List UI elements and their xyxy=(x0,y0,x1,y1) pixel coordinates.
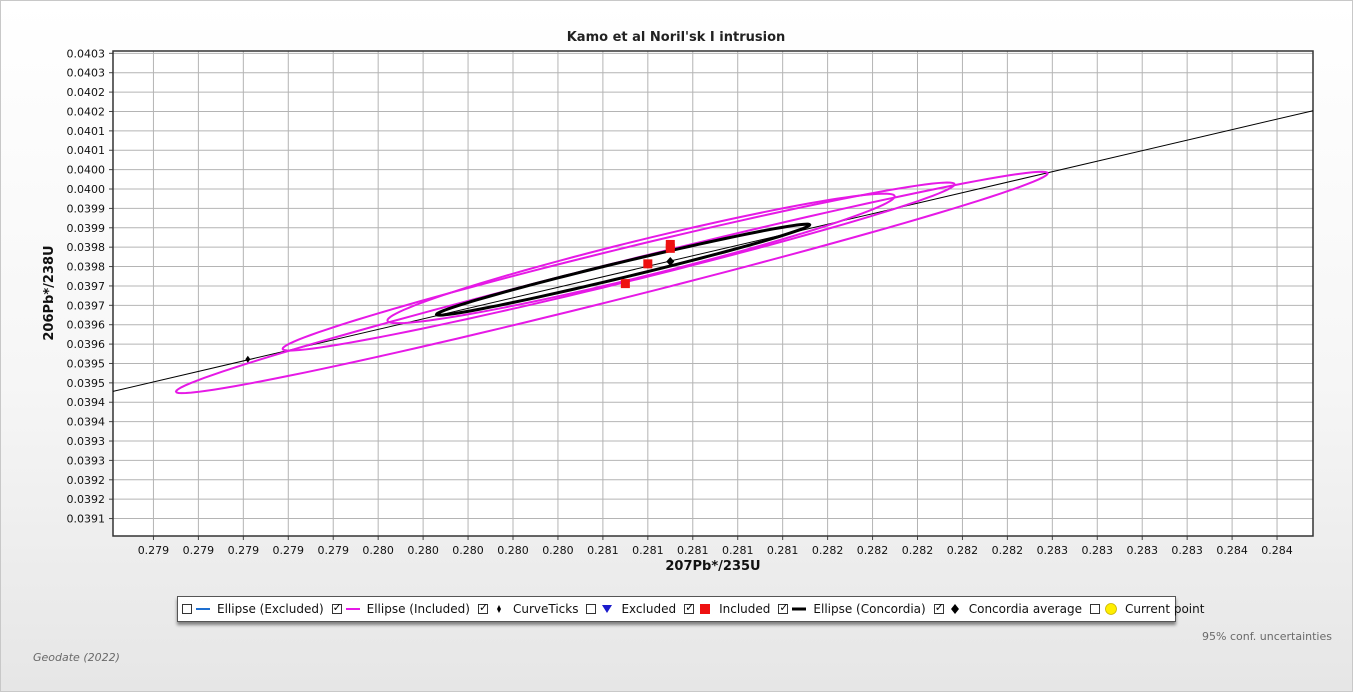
legend-item-ellipse-excluded[interactable]: Ellipse (Excluded) xyxy=(182,602,324,616)
concordia-plot: Kamo et al Noril'sk I intrusion 0.279 0.2… xyxy=(42,30,1314,574)
x-tick-label: 0.283 xyxy=(1037,544,1069,557)
legend-item-excluded[interactable]: Excluded xyxy=(586,602,676,616)
chart-title: Kamo et al Noril'sk I intrusion xyxy=(567,30,786,45)
x-tick-label: 0.281 xyxy=(587,544,619,557)
x-axis-label: 207Pb*/235U xyxy=(665,559,760,574)
legend-checkbox-included[interactable] xyxy=(684,601,694,614)
x-tick-label: 0.281 xyxy=(632,544,664,557)
x-tick-label: 0.284 xyxy=(1216,544,1248,557)
included-point xyxy=(665,243,675,253)
y-tick-label: 0.0393 xyxy=(67,454,106,467)
x-tick-label: 0.279 xyxy=(138,544,170,557)
legend-item-ellipse-included[interactable]: Ellipse (Included) xyxy=(331,601,470,616)
legend-label: Ellipse (Concordia) xyxy=(813,602,926,616)
x-tick-label: 0.280 xyxy=(362,544,394,557)
legend-checkbox-excluded[interactable] xyxy=(586,604,597,614)
uncertainty-note: 95% conf. uncertainties xyxy=(1202,630,1332,643)
legend-checkbox-ellipse-excluded[interactable] xyxy=(182,604,192,614)
y-tick-label: 0.0393 xyxy=(67,435,106,448)
y-tick-label: 0.0396 xyxy=(67,338,106,351)
x-tick-label: 0.282 xyxy=(812,544,844,557)
circle-yellow-icon xyxy=(1103,603,1119,615)
legend-item-ellipse-concordia[interactable]: Ellipse (Concordia) xyxy=(778,601,926,616)
legend-label: Ellipse (Excluded) xyxy=(217,602,324,616)
y-tick-label: 0.0392 xyxy=(67,493,106,506)
x-tick-label: 0.279 xyxy=(228,544,260,557)
y-tick-label: 0.0403 xyxy=(67,47,106,60)
x-tick-label: 0.280 xyxy=(542,544,574,557)
y-tick-label: 0.0394 xyxy=(67,416,106,429)
x-tick-label: 0.282 xyxy=(947,544,979,557)
x-tick-label: 0.283 xyxy=(1126,544,1158,557)
legend-label: Ellipse (Included) xyxy=(366,602,470,616)
chart-panel: Kamo et al Noril'sk I intrusion 0.279 0.2… xyxy=(0,0,1353,692)
triangle-down-blue-icon xyxy=(599,603,615,615)
x-tick-label: 0.280 xyxy=(497,544,529,557)
x-tick-label: 0.282 xyxy=(902,544,934,557)
x-tick-label: 0.282 xyxy=(857,544,889,557)
credit-text: Geodate (2022) xyxy=(33,651,120,664)
plot-background xyxy=(113,51,1313,536)
x-tick-label: 0.282 xyxy=(992,544,1024,557)
legend-item-curveticks[interactable]: CurveTicks xyxy=(477,601,579,616)
legend-item-concordia-average[interactable]: Concordia average xyxy=(933,601,1082,616)
y-tick-label: 0.0391 xyxy=(67,513,106,526)
y-tick-label: 0.0402 xyxy=(67,86,106,99)
legend-checkbox-concordia-average[interactable] xyxy=(933,601,944,614)
legend-label: Concordia average xyxy=(968,602,1082,616)
x-tick-label: 0.281 xyxy=(767,544,799,557)
legend: Ellipse (Excluded) Ellipse (Included) Curv… xyxy=(177,596,1204,622)
y-tick-label: 0.0395 xyxy=(67,377,106,390)
small-diamond-icon xyxy=(491,603,507,615)
legend-label: CurveTicks xyxy=(512,602,579,616)
y-tick-label: 0.0392 xyxy=(67,474,106,487)
x-tick-label: 0.283 xyxy=(1171,544,1203,557)
y-tick-label: 0.0402 xyxy=(67,105,106,118)
legend-label: Excluded xyxy=(621,602,677,616)
line-magenta-icon xyxy=(345,603,361,615)
legend-label: Included xyxy=(719,602,771,616)
legend-label: Current point xyxy=(1124,602,1205,616)
y-tick-label: 0.0395 xyxy=(67,357,106,370)
y-tick-label: 0.0397 xyxy=(67,299,106,312)
line-blue-icon xyxy=(195,603,211,615)
included-point xyxy=(620,279,630,289)
x-tick-label: 0.284 xyxy=(1261,544,1293,557)
y-axis-label: 206Pb*/238U xyxy=(42,245,57,340)
square-red-icon xyxy=(697,603,713,615)
legend-checkbox-current-point[interactable] xyxy=(1089,604,1100,614)
x-tick-label: 0.279 xyxy=(183,544,215,557)
y-tick-label: 0.0397 xyxy=(67,280,106,293)
x-tick-label: 0.280 xyxy=(407,544,439,557)
plot-area xyxy=(113,51,1313,536)
y-tick-label: 0.0398 xyxy=(67,261,106,274)
y-tick-label: 0.0400 xyxy=(67,164,106,177)
y-tick-label: 0.0394 xyxy=(67,396,106,409)
x-tick-label: 0.279 xyxy=(317,544,349,557)
diamond-black-icon xyxy=(947,603,963,615)
x-tick-label: 0.281 xyxy=(722,544,754,557)
legend-item-included[interactable]: Included xyxy=(684,601,771,616)
legend-checkbox-ellipse-concordia[interactable] xyxy=(778,601,789,614)
x-tick-label: 0.280 xyxy=(452,544,484,557)
included-point xyxy=(643,259,653,269)
line-black-icon xyxy=(791,603,807,615)
legend-checkbox-curveticks[interactable] xyxy=(477,601,488,614)
y-tick-label: 0.0403 xyxy=(67,67,106,80)
x-tick-label: 0.281 xyxy=(677,544,709,557)
legend-item-current-point[interactable]: Current point xyxy=(1089,602,1205,616)
legend-checkbox-ellipse-included[interactable] xyxy=(331,601,342,614)
y-tick-label: 0.0396 xyxy=(67,319,106,332)
y-tick-label: 0.0401 xyxy=(67,125,106,138)
y-tick-label: 0.0400 xyxy=(67,183,106,196)
y-tick-label: 0.0399 xyxy=(67,202,106,215)
y-tick-label: 0.0399 xyxy=(67,222,106,235)
y-tick-label: 0.0401 xyxy=(67,144,106,157)
x-tick-label: 0.283 xyxy=(1082,544,1114,557)
y-tick-label: 0.0398 xyxy=(67,241,106,254)
x-tick-label: 0.279 xyxy=(273,544,305,557)
